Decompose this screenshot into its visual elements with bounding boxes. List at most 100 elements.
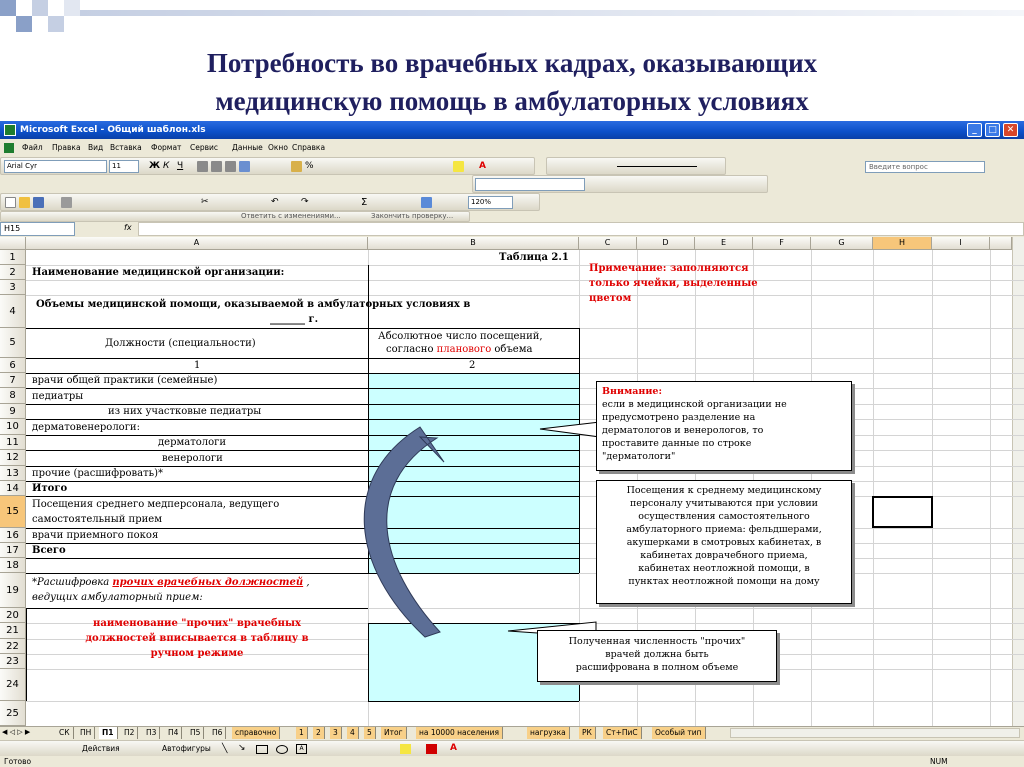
percent-icon[interactable]: %	[305, 161, 316, 172]
line-icon[interactable]: ╲	[222, 744, 227, 754]
menu-tools[interactable]: Сервис	[190, 143, 218, 152]
attention-callout: Внимание: если в медицинской организации…	[596, 381, 852, 471]
tab-rk[interactable]: РК	[579, 727, 596, 739]
rectangle-icon[interactable]	[256, 745, 268, 754]
align-left-icon[interactable]	[197, 161, 208, 172]
line-style-preview[interactable]	[617, 166, 697, 167]
currency-icon[interactable]	[291, 161, 302, 172]
tab-p4[interactable]: П4	[165, 727, 183, 739]
chart-icon[interactable]	[421, 197, 432, 208]
others-line: врачей должна быть	[605, 649, 709, 660]
tab-total[interactable]: Итог	[381, 727, 407, 739]
slide-title-line1: Потребность во врачебных кадрах, оказыва…	[206, 48, 818, 78]
fill-color-draw-icon[interactable]	[400, 744, 411, 754]
italic-icon[interactable]: К	[163, 161, 174, 172]
tab-scroll-buttons[interactable]: ◀ ◁ ▷ ▶	[2, 728, 54, 738]
oval-icon[interactable]	[276, 745, 288, 754]
attention-line: предусмотрено разделение на	[602, 412, 756, 423]
end-review[interactable]: Закончить проверку...	[371, 212, 453, 220]
others-line: расшифрована в полном объеме	[575, 662, 739, 673]
style-select[interactable]	[475, 178, 585, 191]
decor-bar	[80, 10, 1024, 16]
menu-insert[interactable]: Вставка	[110, 143, 142, 152]
others-callout: Полученная численность "прочих" врачей д…	[537, 630, 777, 682]
drawing-toolbar: Действия Автофигуры ╲ ↘ A A	[0, 740, 1024, 756]
tab-load[interactable]: нагрузка	[527, 727, 570, 739]
formula-input[interactable]	[138, 222, 1024, 236]
menu-data[interactable]: Данные	[232, 143, 263, 152]
nurse-line: амбулаторного приема: фельдшерами,	[626, 524, 822, 535]
menu-help[interactable]: Справка	[292, 143, 325, 152]
tab-1[interactable]: 1	[296, 727, 308, 739]
tab-reference[interactable]: справочно	[232, 727, 281, 739]
tab-sk[interactable]: СК	[56, 727, 74, 739]
menu-edit[interactable]: Правка	[52, 143, 81, 152]
close-button[interactable]: ✕	[1003, 123, 1018, 137]
spreadsheet-grid[interactable]: A B C D E F G H I 1 2 3 4 5 6 7 8 9 10 1…	[0, 237, 1024, 737]
underline-icon[interactable]: Ч	[177, 161, 188, 172]
redo-icon[interactable]: ↷	[301, 197, 312, 208]
autosum-icon[interactable]: Σ	[361, 197, 372, 208]
tab-p5[interactable]: П5	[187, 727, 205, 739]
font-size-select[interactable]: 11	[109, 160, 139, 173]
sheet-tabs: ◀ ◁ ▷ ▶ СК ПН П1 П2 П3 П4 П5 П6 справочн…	[0, 726, 1024, 740]
menu-window[interactable]: Окно	[268, 143, 288, 152]
attention-line: если в медицинской организации не	[602, 399, 787, 410]
sheet-icon[interactable]	[4, 143, 14, 153]
drawing-line-toolbar	[546, 157, 726, 175]
tab-3[interactable]: 3	[330, 727, 342, 739]
horizontal-scrollbar[interactable]	[730, 728, 1020, 738]
window-titlebar: Microsoft Excel - Общий шаблон.xls _ □ ✕	[0, 121, 1024, 139]
minimize-button[interactable]: _	[967, 123, 982, 137]
nurse-line: осуществления самостоятельного	[638, 511, 810, 522]
tab-st-pis[interactable]: Ст+ПиС	[603, 727, 642, 739]
zoom-select[interactable]: 120%	[468, 196, 513, 209]
attention-line: дерматологов и венерологов, то	[602, 425, 764, 436]
tab-5[interactable]: 5	[364, 727, 376, 739]
status-ready: Готово	[4, 757, 32, 766]
ask-question-input[interactable]: Введите вопрос	[865, 161, 985, 173]
new-icon[interactable]	[5, 197, 16, 208]
fx-icon[interactable]: fx	[124, 223, 132, 232]
tab-p1[interactable]: П1	[99, 727, 118, 739]
name-box[interactable]: H15	[0, 222, 75, 236]
undo-icon[interactable]: ↶	[271, 197, 282, 208]
save-icon[interactable]	[33, 197, 44, 208]
font-color-icon[interactable]: A	[479, 161, 490, 172]
font-name-select[interactable]: Arial Cyr	[4, 160, 107, 173]
tab-p6[interactable]: П6	[209, 727, 227, 739]
callout-pointers	[363, 421, 601, 638]
align-right-icon[interactable]	[225, 161, 236, 172]
tab-p3[interactable]: П3	[143, 727, 161, 739]
reply-with-changes[interactable]: Ответить с изменениями...	[241, 212, 341, 220]
actions-menu[interactable]: Действия	[82, 744, 120, 753]
attention-title: Внимание:	[602, 386, 662, 397]
tab-special-type[interactable]: Особый тип	[652, 727, 706, 739]
align-center-icon[interactable]	[211, 161, 222, 172]
tab-4[interactable]: 4	[347, 727, 359, 739]
open-icon[interactable]	[19, 197, 30, 208]
cut-icon[interactable]: ✂	[201, 197, 212, 208]
line-color-icon[interactable]	[426, 744, 437, 754]
arrow-icon[interactable]: ↘	[238, 743, 246, 753]
slide-title-line2: медицинскую помощь в амбулаторных услови…	[215, 86, 809, 116]
font-color-draw-icon[interactable]: A	[450, 743, 457, 753]
tab-pn[interactable]: ПН	[77, 727, 96, 739]
fill-color-icon[interactable]	[453, 161, 464, 172]
bold-icon[interactable]: Ж	[149, 161, 160, 172]
menu-file[interactable]: Файл	[22, 143, 43, 152]
maximize-button[interactable]: □	[985, 123, 1000, 137]
tab-p2[interactable]: П2	[121, 727, 139, 739]
nurse-line: кабинетах неотложной помощи, в	[638, 563, 810, 574]
menu-format[interactable]: Формат	[151, 143, 181, 152]
textbox-icon[interactable]: A	[296, 744, 307, 754]
nurse-line: акушерками в смотровых кабинетах, в	[626, 537, 822, 548]
tab-2[interactable]: 2	[313, 727, 325, 739]
print-icon[interactable]	[61, 197, 72, 208]
merge-icon[interactable]	[239, 161, 250, 172]
menu-view[interactable]: Вид	[88, 143, 103, 152]
nurse-line: Посещения к среднему медицинскому	[626, 485, 822, 496]
nurse-line: пунктах неотложной помощи на дому	[628, 576, 820, 587]
autoshapes-menu[interactable]: Автофигуры	[162, 744, 211, 753]
tab-per-10000[interactable]: на 10000 населения	[416, 727, 504, 739]
